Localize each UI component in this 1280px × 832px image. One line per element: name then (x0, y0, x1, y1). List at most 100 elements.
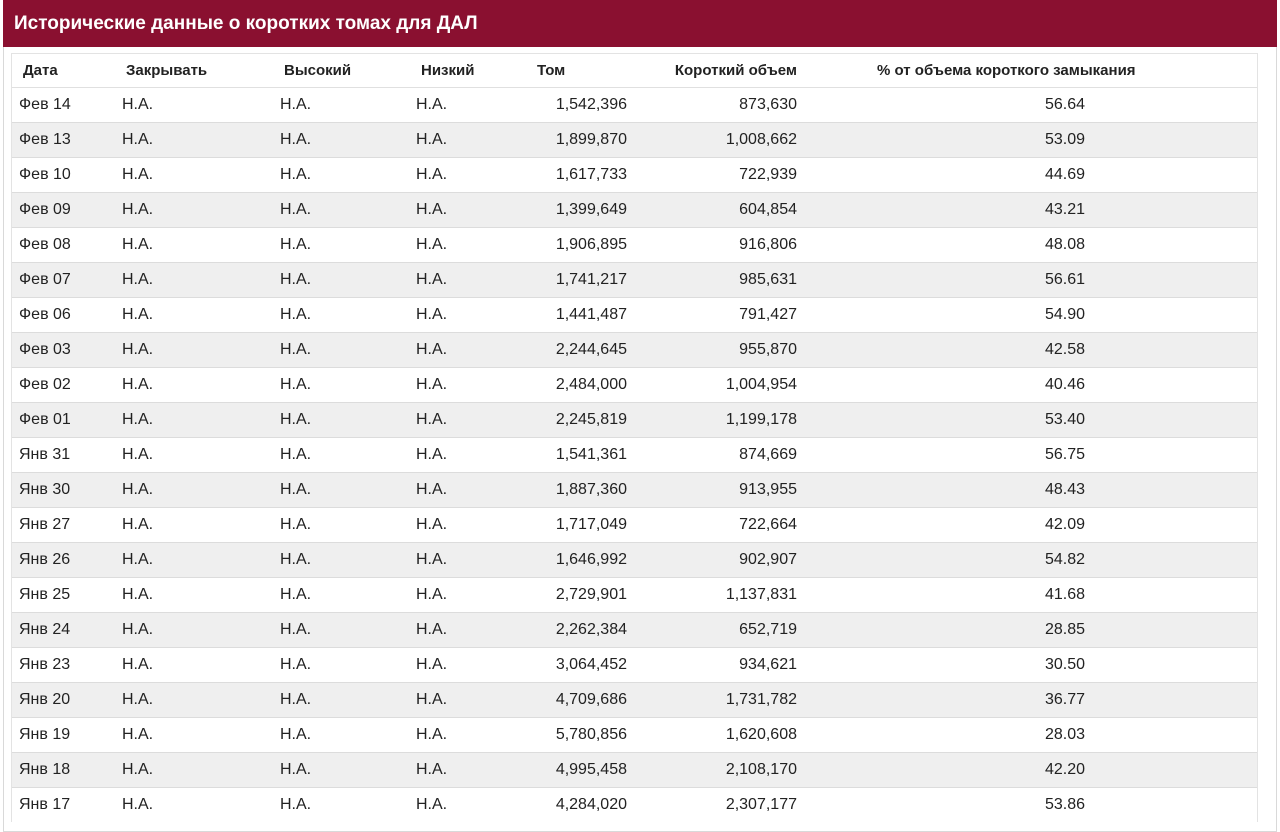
cell-close: Н.А. (122, 472, 280, 508)
table-body: Фев 14 Н.А. Н.А. Н.А. 1,542,396 873,630 56.64 Ф… (12, 87, 1257, 822)
header-volume: Том (532, 54, 627, 88)
cell-high: Н.А. (280, 717, 416, 753)
cell-date: Фев 09 (12, 192, 122, 228)
cell-high: Н.А. (280, 472, 416, 508)
header-high: Высокий (280, 54, 416, 88)
cell-date: Янв 25 (12, 577, 122, 613)
header-close: Закрывать (122, 54, 280, 88)
cell-high: Н.А. (280, 647, 416, 683)
cell-close: Н.А. (122, 717, 280, 753)
cell-short-percent: 43.21 (797, 192, 1257, 228)
cell-short-percent: 48.43 (797, 472, 1257, 508)
cell-close: Н.А. (122, 507, 280, 543)
cell-low: Н.А. (416, 542, 532, 578)
cell-close: Н.А. (122, 437, 280, 473)
table-row: Янв 24 Н.А. Н.А. Н.А. 2,262,384 652,719 28.85 (12, 612, 1257, 648)
cell-low: Н.А. (416, 507, 532, 543)
cell-short-volume: 791,427 (627, 297, 797, 333)
cell-low: Н.А. (416, 717, 532, 753)
cell-volume: 2,245,819 (532, 402, 627, 438)
cell-low: Н.А. (416, 87, 532, 123)
cell-short-percent: 30.50 (797, 647, 1257, 683)
cell-close: Н.А. (122, 157, 280, 193)
cell-short-volume: 916,806 (627, 227, 797, 263)
table-row: Янв 19 Н.А. Н.А. Н.А. 5,780,856 1,620,608 28.0… (12, 717, 1257, 753)
cell-short-percent: 42.58 (797, 332, 1257, 368)
table-row: Фев 03 Н.А. Н.А. Н.А. 2,244,645 955,870 42.58 (12, 332, 1257, 368)
cell-high: Н.А. (280, 157, 416, 193)
table-row: Фев 06 Н.А. Н.А. Н.А. 1,441,487 791,427 54.90 (12, 297, 1257, 333)
cell-short-percent: 40.46 (797, 367, 1257, 403)
cell-short-percent: 42.20 (797, 752, 1257, 788)
table-row: Фев 02 Н.А. Н.А. Н.А. 2,484,000 1,004,954 40.4… (12, 367, 1257, 403)
cell-volume: 3,064,452 (532, 647, 627, 683)
table-row: Фев 10 Н.А. Н.А. Н.А. 1,617,733 722,939 44.69 (12, 157, 1257, 193)
cell-volume: 1,899,870 (532, 122, 627, 158)
table-header-row: Дата Закрывать Высокий Низкий Том Коротк… (12, 54, 1257, 88)
cell-volume: 5,780,856 (532, 717, 627, 753)
cell-high: Н.А. (280, 682, 416, 718)
cell-low: Н.А. (416, 472, 532, 508)
cell-high: Н.А. (280, 122, 416, 158)
cell-date: Фев 06 (12, 297, 122, 333)
cell-short-percent: 53.40 (797, 402, 1257, 438)
cell-date: Фев 08 (12, 227, 122, 263)
cell-low: Н.А. (416, 297, 532, 333)
cell-low: Н.А. (416, 682, 532, 718)
table-row: Янв 18 Н.А. Н.А. Н.А. 4,995,458 2,108,170 42.2… (12, 752, 1257, 788)
table-row: Фев 13 Н.А. Н.А. Н.А. 1,899,870 1,008,662 53.0… (12, 122, 1257, 158)
table-row: Янв 31 Н.А. Н.А. Н.А. 1,541,361 874,669 56.75 (12, 437, 1257, 473)
cell-volume: 1,399,649 (532, 192, 627, 228)
cell-date: Янв 19 (12, 717, 122, 753)
cell-close: Н.А. (122, 367, 280, 403)
cell-high: Н.А. (280, 402, 416, 438)
table-row: Янв 27 Н.А. Н.А. Н.А. 1,717,049 722,664 42.09 (12, 507, 1257, 543)
cell-low: Н.А. (416, 332, 532, 368)
cell-date: Янв 31 (12, 437, 122, 473)
cell-short-percent: 56.75 (797, 437, 1257, 473)
cell-high: Н.А. (280, 577, 416, 613)
cell-short-volume: 1,620,608 (627, 717, 797, 753)
cell-close: Н.А. (122, 787, 280, 822)
cell-date: Янв 18 (12, 752, 122, 788)
cell-volume: 1,542,396 (532, 87, 627, 123)
cell-close: Н.А. (122, 192, 280, 228)
cell-short-volume: 604,854 (627, 192, 797, 228)
cell-high: Н.А. (280, 262, 416, 298)
header-short-percent: % от объема короткого замыкания (797, 54, 1257, 88)
cell-volume: 1,741,217 (532, 262, 627, 298)
table-row: Янв 20 Н.А. Н.А. Н.А. 4,709,686 1,731,782 36.7… (12, 682, 1257, 718)
cell-short-volume: 652,719 (627, 612, 797, 648)
cell-low: Н.А. (416, 192, 532, 228)
cell-short-volume: 913,955 (627, 472, 797, 508)
title-bar: Исторические данные о коротких томах для… (3, 0, 1277, 47)
short-volume-table-container: Дата Закрывать Высокий Низкий Том Коротк… (11, 53, 1258, 822)
cell-high: Н.А. (280, 192, 416, 228)
cell-volume: 2,262,384 (532, 612, 627, 648)
table-row: Фев 08 Н.А. Н.А. Н.А. 1,906,895 916,806 48.08 (12, 227, 1257, 263)
cell-high: Н.А. (280, 507, 416, 543)
table-row: Фев 14 Н.А. Н.А. Н.А. 1,542,396 873,630 56.64 (12, 87, 1257, 123)
cell-close: Н.А. (122, 402, 280, 438)
cell-date: Янв 23 (12, 647, 122, 683)
cell-short-percent: 41.68 (797, 577, 1257, 613)
cell-short-percent: 56.64 (797, 87, 1257, 123)
cell-date: Янв 30 (12, 472, 122, 508)
cell-high: Н.А. (280, 332, 416, 368)
cell-low: Н.А. (416, 367, 532, 403)
cell-date: Фев 07 (12, 262, 122, 298)
cell-low: Н.А. (416, 262, 532, 298)
cell-high: Н.А. (280, 367, 416, 403)
cell-volume: 2,244,645 (532, 332, 627, 368)
cell-low: Н.А. (416, 647, 532, 683)
cell-short-percent: 36.77 (797, 682, 1257, 718)
cell-date: Фев 13 (12, 122, 122, 158)
cell-date: Янв 20 (12, 682, 122, 718)
cell-volume: 2,484,000 (532, 367, 627, 403)
cell-short-volume: 722,664 (627, 507, 797, 543)
cell-volume: 1,887,360 (532, 472, 627, 508)
cell-volume: 4,709,686 (532, 682, 627, 718)
cell-short-percent: 56.61 (797, 262, 1257, 298)
cell-short-volume: 1,731,782 (627, 682, 797, 718)
cell-volume: 1,717,049 (532, 507, 627, 543)
